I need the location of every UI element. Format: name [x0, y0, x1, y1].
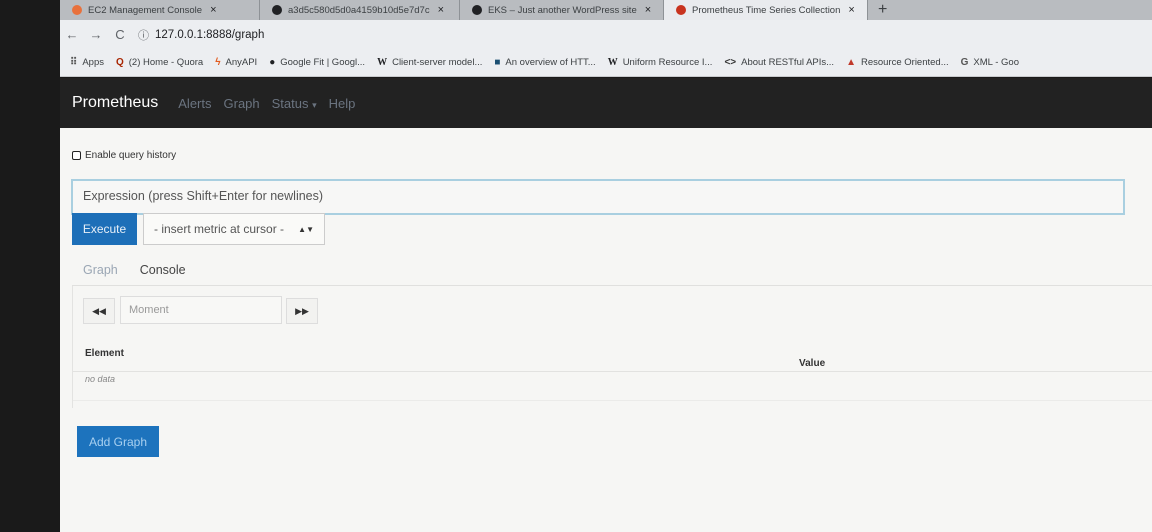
no-data-text: no data: [85, 374, 116, 384]
caret-down-icon: ▾: [312, 99, 317, 110]
bookmark-label: Resource Oriented...: [860, 57, 949, 68]
code-brackets-icon: <>: [724, 57, 737, 68]
quora-icon: Q: [115, 57, 124, 68]
browser-tab-bar: EC2 Management Console × a3d5c580d5d0a41…: [60, 0, 1152, 20]
new-tab-button[interactable]: +: [868, 0, 897, 20]
metric-select-value: - insert metric at cursor -: [154, 222, 285, 236]
apps-grid-icon: ⠿: [70, 57, 78, 68]
bookmark-label: XML - Goo: [973, 57, 1019, 68]
wikipedia-icon: W: [607, 57, 618, 68]
column-value: Value: [799, 358, 826, 369]
url-field[interactable]: ⓘ 127.0.0.1:8888/graph: [138, 27, 264, 43]
browser-tab-a3d5[interactable]: a3d5c580d5d0a4159b10d5e7d7c ×: [260, 0, 460, 20]
table-row-divider: [73, 400, 1152, 401]
bookmark-label: AnyAPI: [225, 57, 258, 68]
double-right-arrow-icon: ▶▶: [295, 305, 309, 316]
bookmark-label: (2) Home - Quora: [128, 57, 204, 68]
wikipedia-icon: W: [377, 57, 388, 68]
forward-arrow-icon[interactable]: →: [84, 27, 108, 42]
nav-alerts[interactable]: Alerts: [178, 96, 211, 111]
bookmark-apps[interactable]: ⠿ Apps: [70, 57, 104, 68]
back-arrow-icon[interactable]: ←: [60, 27, 84, 42]
bookmark-http-overview[interactable]: ■ An overview of HTT...: [494, 57, 595, 68]
console-panel: ◀◀ Moment ▶▶ Element Value no data: [72, 286, 1152, 408]
mdn-icon: ■: [494, 57, 501, 68]
add-graph-button[interactable]: Add Graph: [77, 426, 159, 457]
tab-console[interactable]: Console: [129, 263, 197, 285]
bookmark-label: An overview of HTT...: [505, 57, 596, 68]
graph-page: Enable query history Expression (press S…: [60, 128, 1152, 532]
nav-status-label: Status: [271, 95, 309, 111]
browser-tab-prometheus[interactable]: Prometheus Time Series Collection ×: [664, 0, 868, 20]
checkbox-icon[interactable]: [72, 151, 81, 160]
bookmark-label: Apps: [82, 57, 104, 68]
tab-title: EC2 Management Console: [88, 4, 203, 16]
bookmark-label: Uniform Resource I...: [622, 57, 713, 68]
moment-input[interactable]: Moment: [120, 296, 282, 324]
double-left-arrow-icon: ◀◀: [92, 305, 106, 316]
bookmark-google-fit[interactable]: ● Google Fit | Googl...: [269, 57, 365, 68]
bookmark-restful[interactable]: <> About RESTful APIs...: [724, 57, 834, 68]
tab-title: a3d5c580d5d0a4159b10d5e7d7c: [288, 4, 430, 16]
bookmark-label: About RESTful APIs...: [741, 57, 835, 68]
bookmark-uri[interactable]: W Uniform Resource I...: [608, 57, 713, 68]
globe-icon: [272, 5, 282, 15]
url-text: 127.0.0.1:8888/graph: [155, 28, 265, 41]
globe-icon: [472, 5, 482, 15]
insert-metric-select[interactable]: - insert metric at cursor - ▲▼: [143, 213, 325, 245]
info-icon[interactable]: ⓘ: [138, 27, 149, 43]
bookmark-anyapi[interactable]: ϟ AnyAPI: [215, 57, 257, 68]
rewind-button[interactable]: ◀◀: [83, 298, 115, 324]
close-icon[interactable]: ×: [438, 4, 444, 16]
select-arrows-icon: ▲▼: [298, 224, 314, 234]
prometheus-flame-icon: [676, 5, 686, 15]
bookmark-xml[interactable]: G XML - Goo: [961, 57, 1019, 68]
table-header: Element Value: [73, 344, 1152, 372]
nav-status[interactable]: Status ▾: [272, 96, 317, 111]
brand-link[interactable]: Prometheus: [72, 94, 158, 112]
column-element: Element: [85, 348, 124, 359]
globe-icon: ●: [269, 57, 276, 68]
close-icon[interactable]: ×: [848, 4, 854, 16]
execute-button[interactable]: Execute: [72, 213, 137, 245]
nav-graph[interactable]: Graph: [224, 96, 260, 111]
bookmark-quora[interactable]: Q (2) Home - Quora: [116, 57, 203, 68]
nav-help[interactable]: Help: [329, 96, 356, 111]
expression-input[interactable]: Expression (press Shift+Enter for newlin…: [71, 179, 1125, 215]
close-icon[interactable]: ×: [210, 4, 216, 16]
forward-button[interactable]: ▶▶: [286, 298, 318, 324]
tab-title: EKS – Just another WordPress site: [488, 4, 637, 16]
browser-tab-ec2[interactable]: EC2 Management Console ×: [60, 0, 260, 20]
tab-title: Prometheus Time Series Collection: [692, 4, 841, 16]
tab-graph[interactable]: Graph: [72, 263, 129, 285]
triangle-icon: ▲: [846, 57, 856, 68]
bookmark-resource-oriented[interactable]: ▲ Resource Oriented...: [846, 57, 949, 68]
google-icon: G: [960, 57, 969, 68]
bookmark-client-server[interactable]: W Client-server model...: [377, 57, 482, 68]
bookmarks-bar: ⠿ Apps Q (2) Home - Quora ϟ AnyAPI ● Google …: [60, 49, 1152, 77]
prometheus-navbar: Prometheus Alerts Graph Status ▾ Help: [60, 78, 1152, 128]
close-icon[interactable]: ×: [645, 4, 651, 16]
browser-tab-eks[interactable]: EKS – Just another WordPress site ×: [460, 0, 664, 20]
query-history-label: Enable query history: [85, 150, 177, 161]
aws-icon: [72, 5, 82, 15]
panel-tabs: Graph Console: [72, 252, 1152, 286]
reload-icon[interactable]: C: [108, 27, 132, 42]
bookmark-label: Client-server model...: [392, 57, 483, 68]
anyapi-icon: ϟ: [215, 57, 221, 68]
address-bar: ← → C ⓘ 127.0.0.1:8888/graph: [60, 20, 1152, 49]
query-history-toggle[interactable]: Enable query history: [72, 150, 176, 161]
bookmark-label: Google Fit | Googl...: [280, 57, 366, 68]
